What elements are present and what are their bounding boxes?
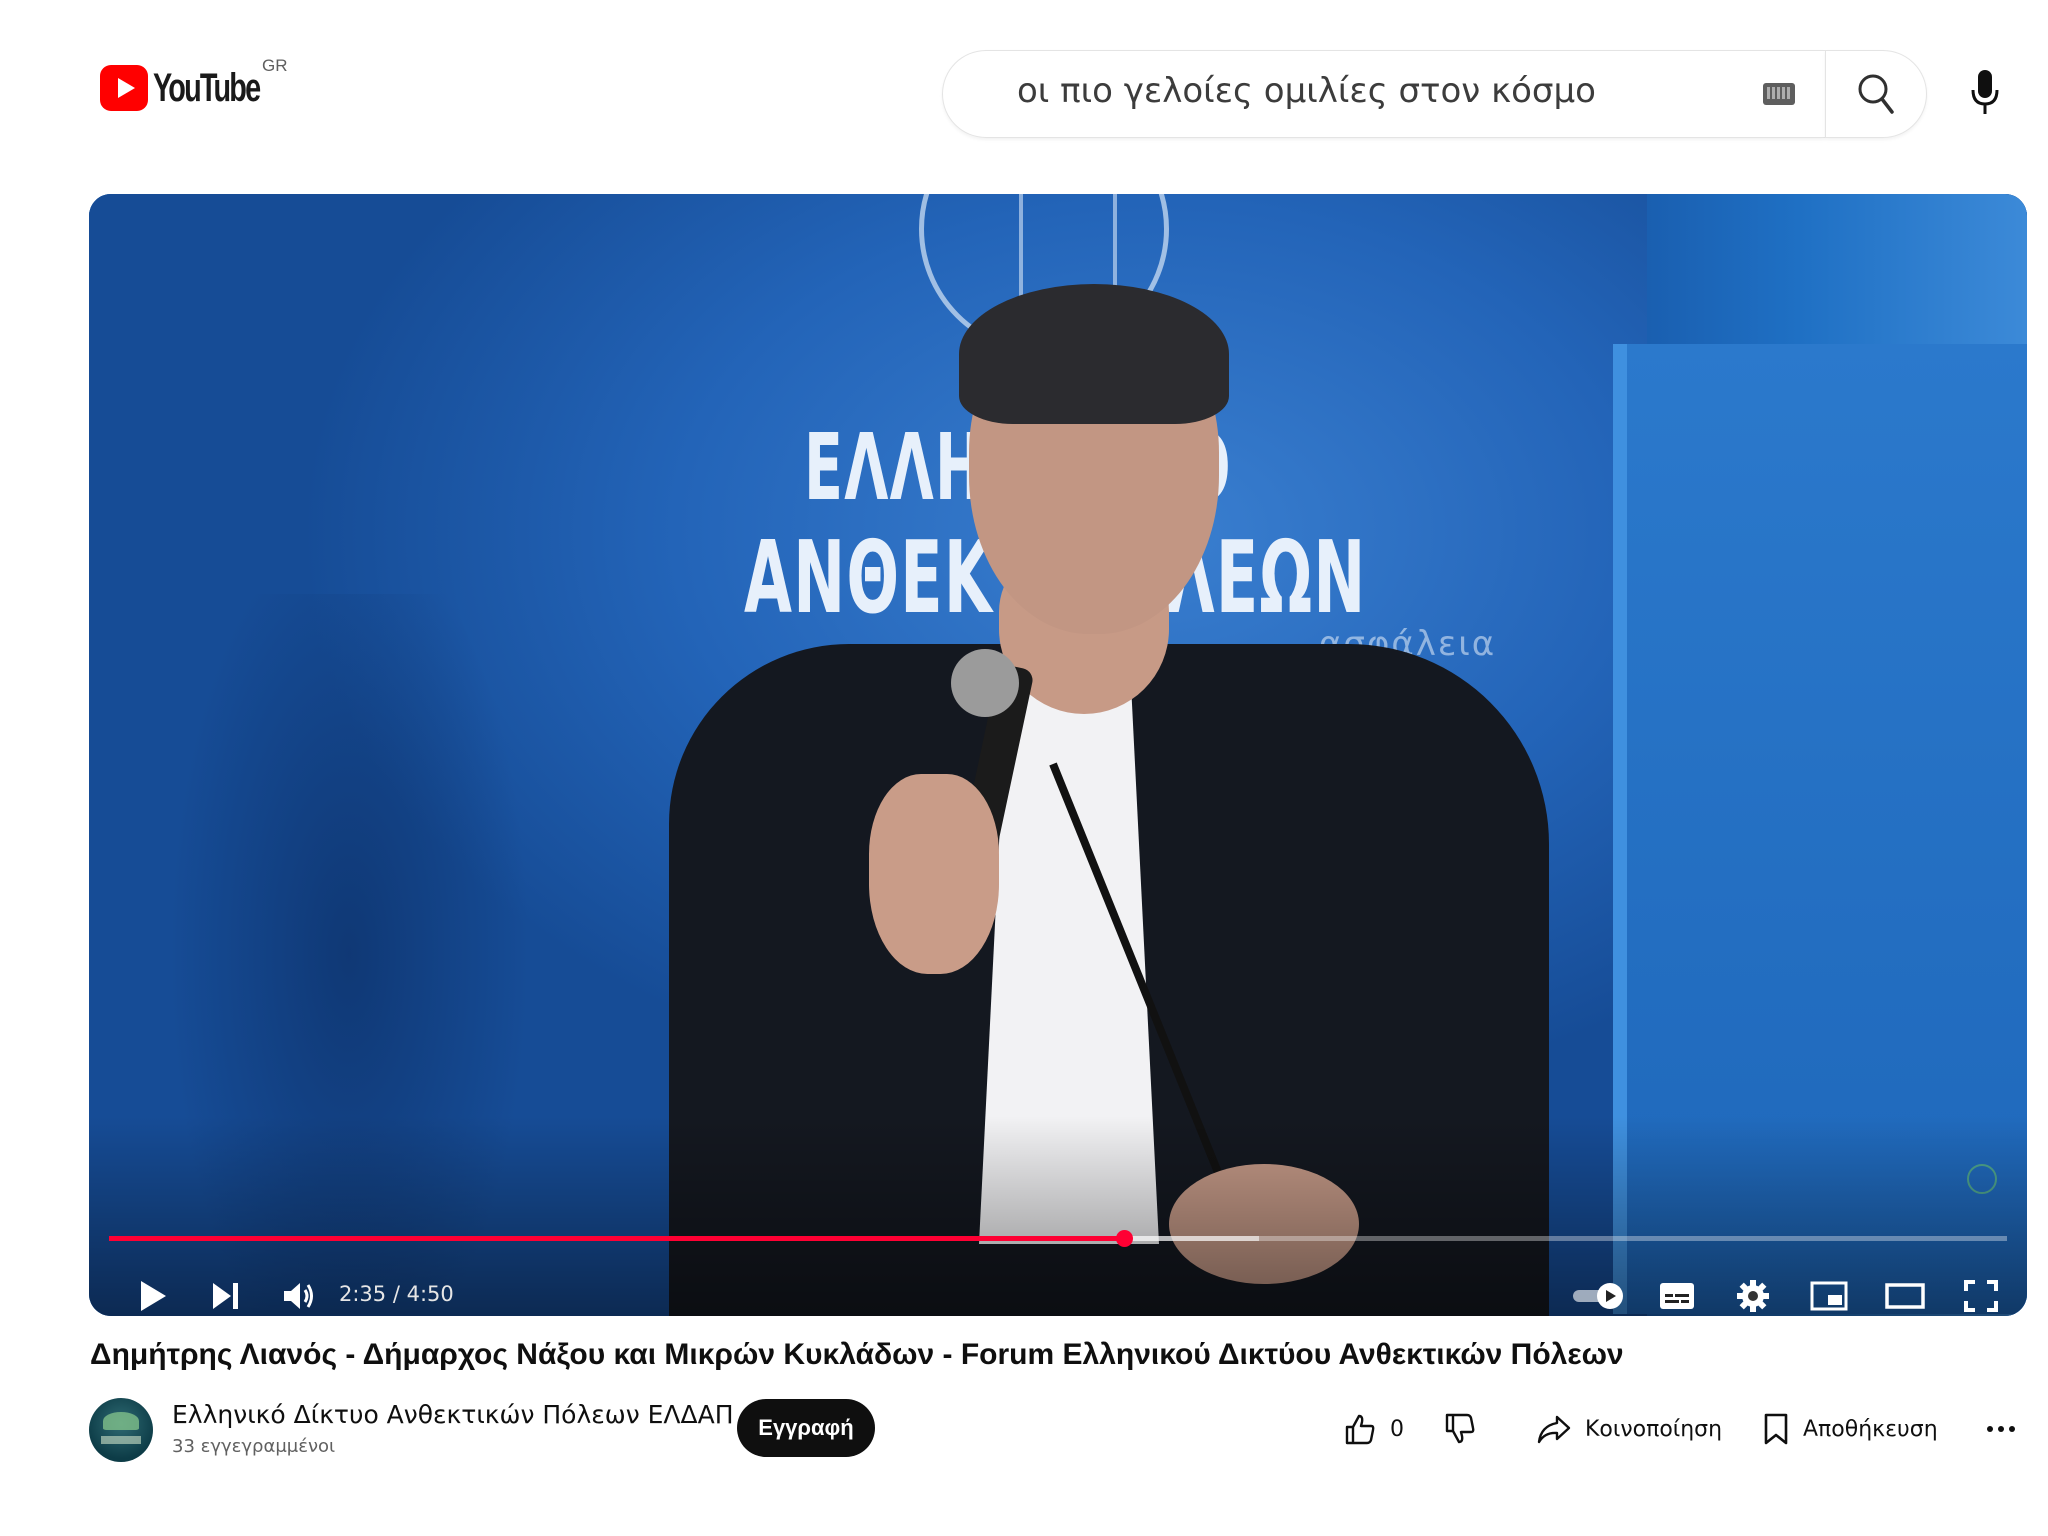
save-label: Αποθήκευση <box>1803 1416 1938 1442</box>
time-display: 2:35 / 4:50 <box>339 1282 454 1306</box>
settings-icon <box>1737 1280 1769 1312</box>
thumbs-up-icon <box>1345 1414 1375 1445</box>
search-icon <box>1858 74 1894 114</box>
fullscreen-icon <box>1964 1280 1998 1312</box>
share-button[interactable]: Κοινοποίηση <box>1537 1406 1722 1452</box>
autoplay-toggle-icon <box>1573 1283 1623 1309</box>
video-player[interactable]: ΕΛΛΗΝ ΚΤΥΟ ΑΝΘΕΚΤ ΠΟΛΕΩΝ ασφάλεια 2:35 /… <box>89 194 2027 1316</box>
share-label: Κοινοποίηση <box>1585 1416 1723 1442</box>
theater-mode-button[interactable] <box>1877 1272 1933 1316</box>
dislike-button[interactable] <box>1444 1406 1490 1452</box>
subtitles-icon <box>1660 1283 1694 1309</box>
subtitles-button[interactable] <box>1649 1272 1705 1316</box>
more-actions-button[interactable] <box>1986 1406 2030 1452</box>
play-button[interactable] <box>129 1272 177 1316</box>
search-box[interactable] <box>942 50 1825 138</box>
search-input[interactable] <box>1017 71 1717 111</box>
theater-mode-icon <box>1885 1283 1925 1309</box>
bookmark-icon <box>1764 1413 1788 1445</box>
like-button[interactable]: 0 <box>1344 1406 1404 1452</box>
microphone-icon[interactable] <box>1970 70 2000 116</box>
autoplay-toggle[interactable] <box>1569 1272 1629 1316</box>
time-separator: / <box>386 1282 407 1306</box>
play-icon <box>141 1281 166 1311</box>
next-icon <box>213 1283 238 1309</box>
miniplayer-icon <box>1810 1281 1848 1311</box>
volume-button[interactable] <box>275 1272 323 1316</box>
share-icon <box>1537 1415 1571 1444</box>
logo-wordmark: YouTube <box>153 65 261 110</box>
progress-played <box>109 1236 1125 1241</box>
more-horizontal-icon <box>1987 1426 2015 1432</box>
speaker-hair <box>959 284 1229 424</box>
progress-bar[interactable] <box>109 1230 2007 1247</box>
video-title: Δημήτρης Λιανός - Δήμαρχος Νάξου και Μικ… <box>90 1338 1624 1371</box>
volume-icon <box>284 1283 313 1309</box>
country-code: GR <box>262 56 288 75</box>
channel-avatar[interactable] <box>89 1398 153 1462</box>
channel-name[interactable]: Ελληνικό Δίκτυο Ανθεκτικών Πόλεων ΕΛΔΑΠ <box>172 1400 734 1429</box>
search-bar <box>942 50 1927 138</box>
thumbs-down-icon <box>1445 1413 1475 1444</box>
subscribe-button[interactable]: Εγγραφή <box>737 1399 875 1457</box>
microphone-head <box>951 649 1019 717</box>
save-button[interactable]: Αποθήκευση <box>1763 1406 1938 1452</box>
youtube-play-logo-icon <box>100 65 148 111</box>
keyboard-icon[interactable] <box>1763 83 1795 105</box>
fullscreen-button[interactable] <box>1953 1272 2009 1316</box>
settings-button[interactable] <box>1725 1272 1781 1316</box>
subscriber-count: 33 εγγεγραμμένοι <box>172 1436 336 1457</box>
search-button[interactable] <box>1825 50 1927 138</box>
speaker-hand <box>869 774 999 974</box>
current-time: 2:35 <box>339 1282 387 1306</box>
like-count: 0 <box>1390 1416 1404 1442</box>
miniplayer-button[interactable] <box>1801 1272 1857 1316</box>
duration: 4:50 <box>406 1282 454 1306</box>
next-button[interactable] <box>202 1272 250 1316</box>
